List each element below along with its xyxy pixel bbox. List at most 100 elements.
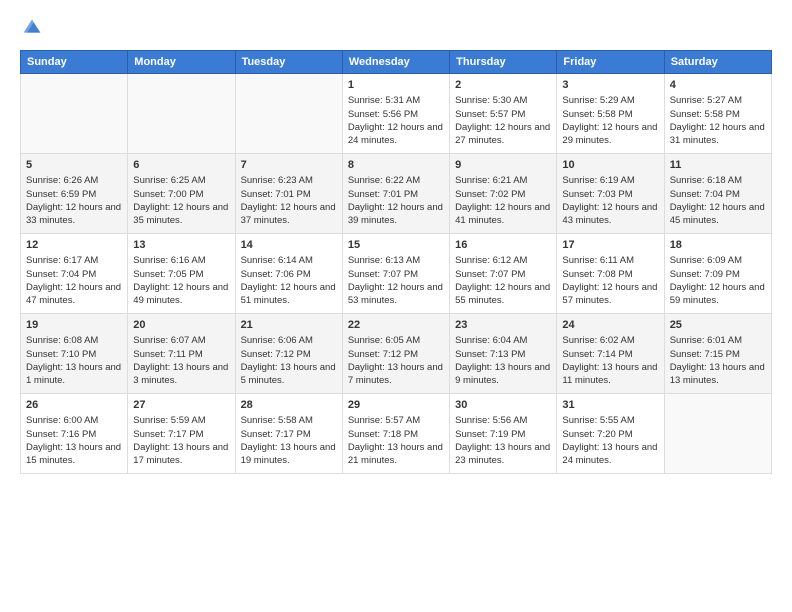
daylight-text: Daylight: 12 hours and 27 minutes. xyxy=(455,121,551,148)
calendar-cell: 27Sunrise: 5:59 AMSunset: 7:17 PMDayligh… xyxy=(128,394,235,474)
sunset-text: Sunset: 7:19 PM xyxy=(455,428,551,441)
daylight-text: Daylight: 12 hours and 41 minutes. xyxy=(455,201,551,228)
sunrise-text: Sunrise: 6:21 AM xyxy=(455,174,551,187)
calendar-cell: 1Sunrise: 5:31 AMSunset: 5:56 PMDaylight… xyxy=(342,74,449,154)
daylight-text: Daylight: 13 hours and 13 minutes. xyxy=(670,361,766,388)
sunset-text: Sunset: 7:20 PM xyxy=(562,428,658,441)
daylight-text: Daylight: 13 hours and 17 minutes. xyxy=(133,441,229,468)
header xyxy=(20,16,772,38)
calendar-cell: 19Sunrise: 6:08 AMSunset: 7:10 PMDayligh… xyxy=(21,314,128,394)
day-number: 14 xyxy=(241,238,337,253)
sunset-text: Sunset: 7:04 PM xyxy=(670,188,766,201)
day-number: 21 xyxy=(241,318,337,333)
calendar-cell: 5Sunrise: 6:26 AMSunset: 6:59 PMDaylight… xyxy=(21,154,128,234)
day-number: 12 xyxy=(26,238,122,253)
daylight-text: Daylight: 12 hours and 24 minutes. xyxy=(348,121,444,148)
calendar-cell: 7Sunrise: 6:23 AMSunset: 7:01 PMDaylight… xyxy=(235,154,342,234)
day-number: 22 xyxy=(348,318,444,333)
daylight-text: Daylight: 12 hours and 53 minutes. xyxy=(348,281,444,308)
sunrise-text: Sunrise: 6:05 AM xyxy=(348,334,444,347)
calendar-cell: 29Sunrise: 5:57 AMSunset: 7:18 PMDayligh… xyxy=(342,394,449,474)
sunset-text: Sunset: 7:05 PM xyxy=(133,268,229,281)
daylight-text: Daylight: 12 hours and 59 minutes. xyxy=(670,281,766,308)
day-number: 26 xyxy=(26,398,122,413)
daylight-text: Daylight: 13 hours and 24 minutes. xyxy=(562,441,658,468)
calendar-cell: 24Sunrise: 6:02 AMSunset: 7:14 PMDayligh… xyxy=(557,314,664,394)
sunrise-text: Sunrise: 6:12 AM xyxy=(455,254,551,267)
day-number: 5 xyxy=(26,158,122,173)
weekday-header-monday: Monday xyxy=(128,51,235,74)
sunset-text: Sunset: 7:12 PM xyxy=(348,348,444,361)
daylight-text: Daylight: 13 hours and 15 minutes. xyxy=(26,441,122,468)
sunset-text: Sunset: 7:01 PM xyxy=(241,188,337,201)
calendar-cell: 31Sunrise: 5:55 AMSunset: 7:20 PMDayligh… xyxy=(557,394,664,474)
daylight-text: Daylight: 12 hours and 51 minutes. xyxy=(241,281,337,308)
sunset-text: Sunset: 7:06 PM xyxy=(241,268,337,281)
daylight-text: Daylight: 12 hours and 45 minutes. xyxy=(670,201,766,228)
daylight-text: Daylight: 12 hours and 39 minutes. xyxy=(348,201,444,228)
calendar-cell: 14Sunrise: 6:14 AMSunset: 7:06 PMDayligh… xyxy=(235,234,342,314)
day-number: 13 xyxy=(133,238,229,253)
sunset-text: Sunset: 7:15 PM xyxy=(670,348,766,361)
daylight-text: Daylight: 13 hours and 3 minutes. xyxy=(133,361,229,388)
day-number: 23 xyxy=(455,318,551,333)
sunset-text: Sunset: 7:02 PM xyxy=(455,188,551,201)
sunrise-text: Sunrise: 6:09 AM xyxy=(670,254,766,267)
day-number: 20 xyxy=(133,318,229,333)
sunset-text: Sunset: 6:59 PM xyxy=(26,188,122,201)
calendar-row: 1Sunrise: 5:31 AMSunset: 5:56 PMDaylight… xyxy=(21,74,772,154)
sunset-text: Sunset: 7:16 PM xyxy=(26,428,122,441)
calendar-table: SundayMondayTuesdayWednesdayThursdayFrid… xyxy=(20,50,772,474)
sunrise-text: Sunrise: 6:01 AM xyxy=(670,334,766,347)
day-number: 10 xyxy=(562,158,658,173)
calendar-cell: 12Sunrise: 6:17 AMSunset: 7:04 PMDayligh… xyxy=(21,234,128,314)
day-number: 11 xyxy=(670,158,766,173)
day-number: 6 xyxy=(133,158,229,173)
sunset-text: Sunset: 7:17 PM xyxy=(133,428,229,441)
sunset-text: Sunset: 7:04 PM xyxy=(26,268,122,281)
day-number: 9 xyxy=(455,158,551,173)
calendar-header-row: SundayMondayTuesdayWednesdayThursdayFrid… xyxy=(21,51,772,74)
calendar-cell xyxy=(21,74,128,154)
sunrise-text: Sunrise: 6:16 AM xyxy=(133,254,229,267)
sunset-text: Sunset: 7:03 PM xyxy=(562,188,658,201)
logo xyxy=(20,16,42,38)
sunrise-text: Sunrise: 6:22 AM xyxy=(348,174,444,187)
daylight-text: Daylight: 12 hours and 29 minutes. xyxy=(562,121,658,148)
daylight-text: Daylight: 13 hours and 21 minutes. xyxy=(348,441,444,468)
calendar-cell: 23Sunrise: 6:04 AMSunset: 7:13 PMDayligh… xyxy=(450,314,557,394)
sunset-text: Sunset: 7:17 PM xyxy=(241,428,337,441)
weekday-header-sunday: Sunday xyxy=(21,51,128,74)
sunrise-text: Sunrise: 5:55 AM xyxy=(562,414,658,427)
sunrise-text: Sunrise: 6:11 AM xyxy=(562,254,658,267)
daylight-text: Daylight: 12 hours and 49 minutes. xyxy=(133,281,229,308)
calendar-cell: 30Sunrise: 5:56 AMSunset: 7:19 PMDayligh… xyxy=(450,394,557,474)
sunrise-text: Sunrise: 5:27 AM xyxy=(670,94,766,107)
sunrise-text: Sunrise: 6:13 AM xyxy=(348,254,444,267)
calendar-cell: 15Sunrise: 6:13 AMSunset: 7:07 PMDayligh… xyxy=(342,234,449,314)
daylight-text: Daylight: 13 hours and 9 minutes. xyxy=(455,361,551,388)
sunset-text: Sunset: 5:58 PM xyxy=(670,108,766,121)
sunrise-text: Sunrise: 6:04 AM xyxy=(455,334,551,347)
day-number: 1 xyxy=(348,78,444,93)
sunset-text: Sunset: 7:07 PM xyxy=(348,268,444,281)
sunset-text: Sunset: 5:58 PM xyxy=(562,108,658,121)
weekday-header-friday: Friday xyxy=(557,51,664,74)
weekday-header-wednesday: Wednesday xyxy=(342,51,449,74)
calendar-cell: 11Sunrise: 6:18 AMSunset: 7:04 PMDayligh… xyxy=(664,154,771,234)
sunrise-text: Sunrise: 5:57 AM xyxy=(348,414,444,427)
daylight-text: Daylight: 12 hours and 47 minutes. xyxy=(26,281,122,308)
day-number: 28 xyxy=(241,398,337,413)
sunrise-text: Sunrise: 6:17 AM xyxy=(26,254,122,267)
day-number: 15 xyxy=(348,238,444,253)
day-number: 18 xyxy=(670,238,766,253)
sunrise-text: Sunrise: 5:58 AM xyxy=(241,414,337,427)
calendar-cell: 2Sunrise: 5:30 AMSunset: 5:57 PMDaylight… xyxy=(450,74,557,154)
calendar-cell: 9Sunrise: 6:21 AMSunset: 7:02 PMDaylight… xyxy=(450,154,557,234)
calendar-cell: 18Sunrise: 6:09 AMSunset: 7:09 PMDayligh… xyxy=(664,234,771,314)
sunset-text: Sunset: 7:00 PM xyxy=(133,188,229,201)
calendar-cell: 3Sunrise: 5:29 AMSunset: 5:58 PMDaylight… xyxy=(557,74,664,154)
calendar-cell: 25Sunrise: 6:01 AMSunset: 7:15 PMDayligh… xyxy=(664,314,771,394)
daylight-text: Daylight: 12 hours and 33 minutes. xyxy=(26,201,122,228)
sunset-text: Sunset: 5:57 PM xyxy=(455,108,551,121)
